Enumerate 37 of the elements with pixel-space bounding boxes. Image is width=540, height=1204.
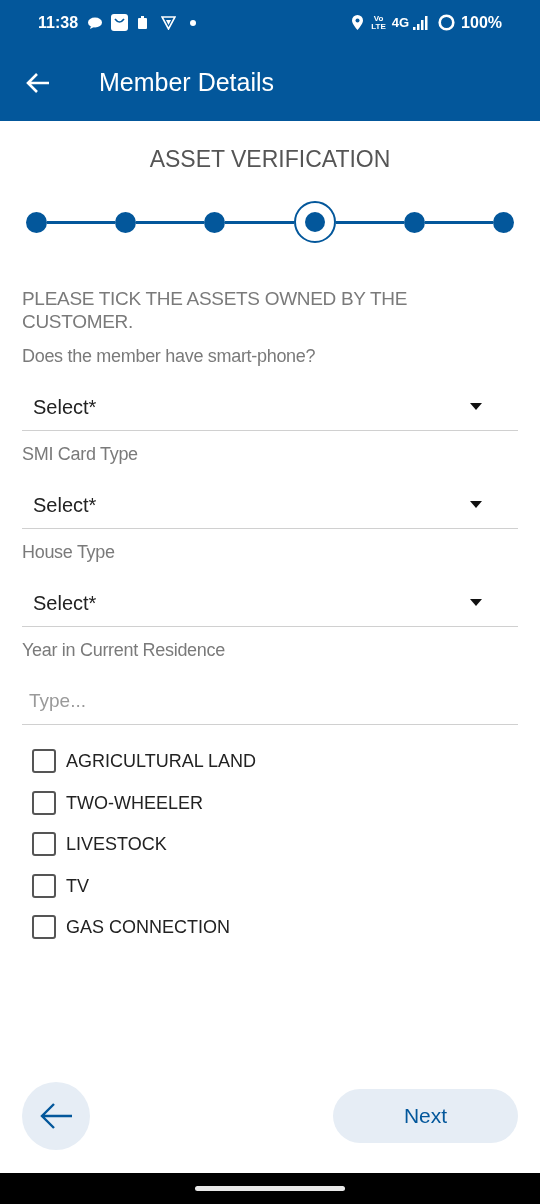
field-label: Does the member have smart-phone?	[22, 345, 317, 368]
location-icon	[352, 15, 364, 30]
dropdown-caret-icon	[470, 501, 482, 508]
signal-icon	[413, 15, 429, 30]
checkbox-label: LIVESTOCK	[66, 833, 167, 856]
checkbox[interactable]	[32, 873, 56, 898]
checkbox-label: AGRICULTURAL LAND	[66, 750, 257, 773]
checkbox-label: GAS CONNECTION	[66, 916, 230, 939]
field-label: Year in Current Residence	[22, 639, 226, 662]
dropdown-caret-icon	[470, 403, 482, 410]
dropdown-caret-icon	[470, 599, 482, 606]
clock: 11:38	[38, 12, 79, 33]
dropdown-field[interactable]: Select*	[22, 579, 518, 627]
checkbox[interactable]	[32, 915, 56, 939]
field-label: House Type	[22, 541, 116, 564]
dropdown-field[interactable]: Select*	[22, 383, 518, 431]
checkbox[interactable]	[32, 749, 56, 773]
input-field[interactable]: Type...	[22, 677, 518, 725]
instruction-text: PLEASE TICK THE ASSETS OWNED BY THE CUSTOMER.	[22, 287, 409, 333]
checkbox[interactable]	[32, 790, 56, 815]
battery-ring-icon	[438, 14, 456, 31]
field-label: SMI Card Type	[22, 443, 139, 466]
checkbox[interactable]	[32, 832, 56, 856]
next-button[interactable]: Next	[333, 1089, 518, 1143]
dropdown-field[interactable]: Select*	[22, 481, 518, 529]
sim-icon	[138, 16, 148, 29]
screen-title: Member Details	[99, 67, 275, 99]
section-title: ASSET VERIFICATION	[148, 145, 392, 173]
bag-icon	[111, 14, 129, 31]
network-label: 4G	[391, 13, 410, 32]
checkbox-label: TWO-WHEELER	[66, 791, 203, 815]
checkbox-label: TV	[66, 874, 89, 898]
chat-icon	[88, 16, 103, 29]
battery-level: 100%	[461, 12, 502, 33]
volte-label: Vo LTE	[371, 14, 386, 31]
back-arrow-icon	[39, 1102, 73, 1130]
back-arrow-icon[interactable]	[26, 72, 50, 94]
